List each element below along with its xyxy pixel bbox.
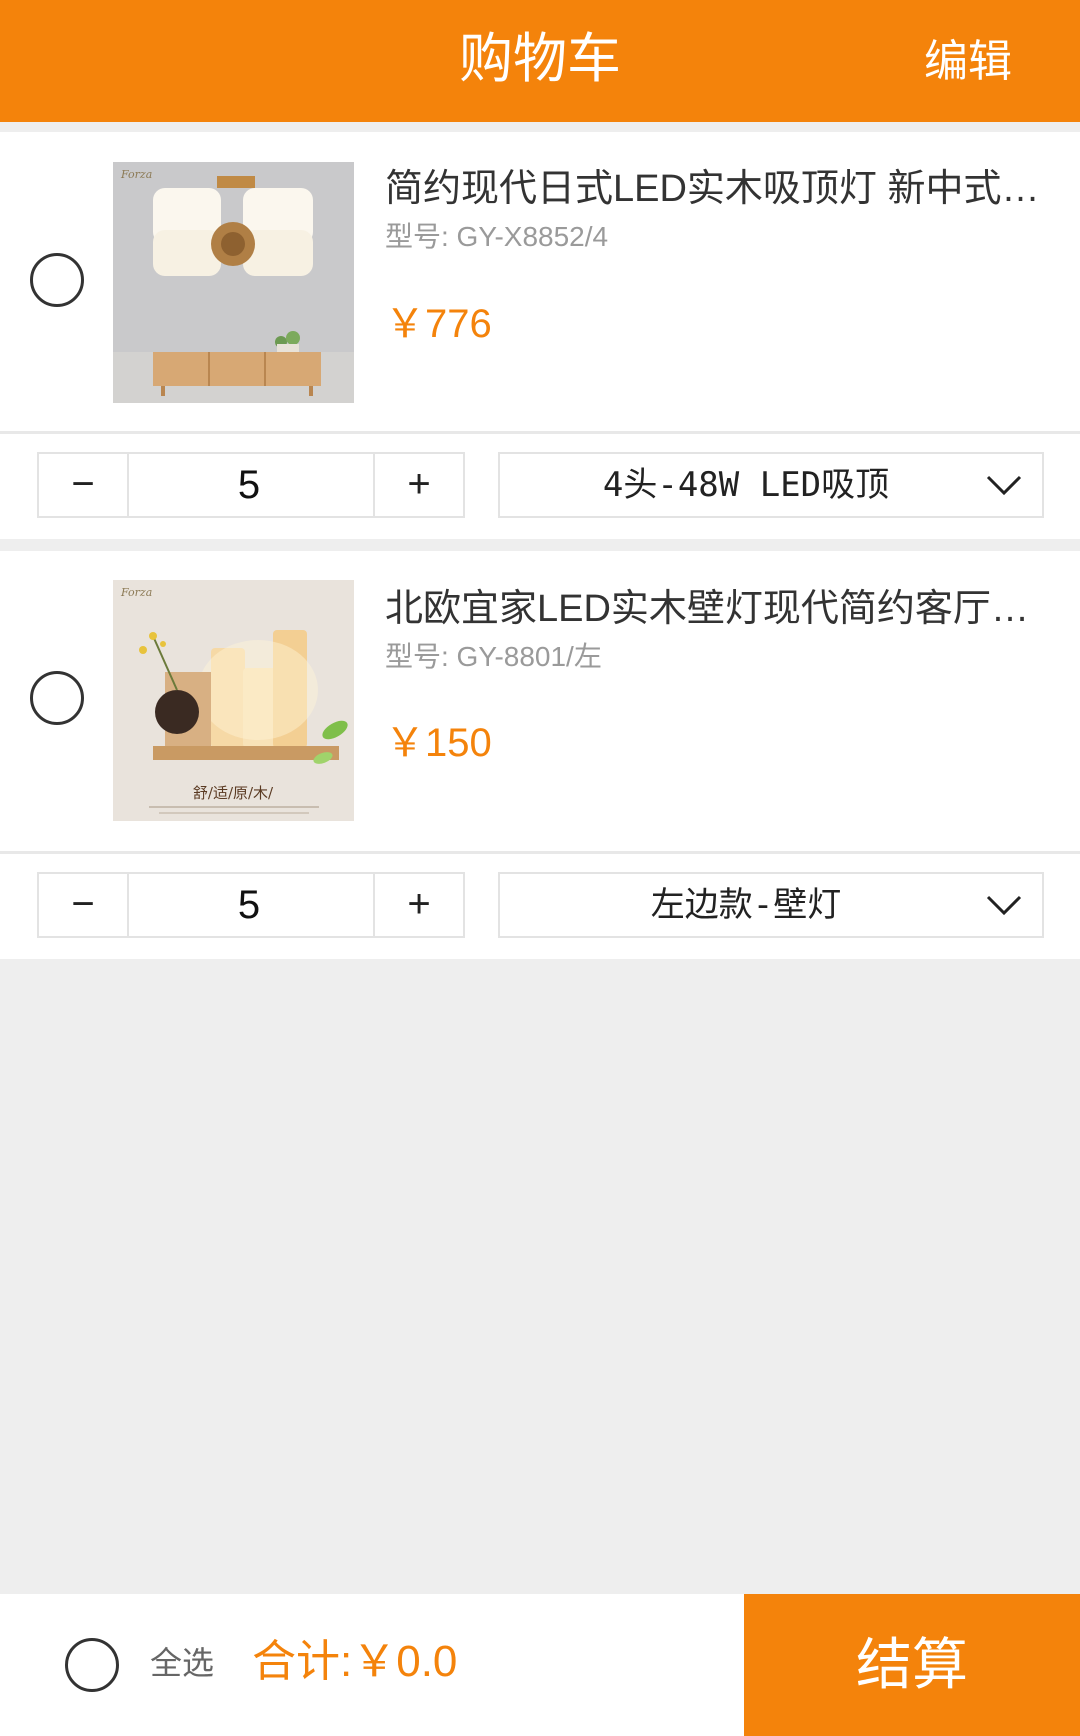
thumbnail-caption: 舒/适/原/木/ (193, 784, 274, 802)
page-title: 购物车 (459, 29, 621, 89)
decrease-quantity-button[interactable]: − (39, 454, 129, 516)
item-controls: − 5 + 左边款-壁灯 (0, 854, 1080, 959)
checkout-button[interactable]: 结算 (744, 1594, 1080, 1736)
quantity-stepper: − 5 + (37, 872, 465, 938)
product-model: 型号: GY-8801/左 (385, 641, 602, 672)
product-thumbnail[interactable]: 舒/适/原/木/ Forza (113, 580, 354, 821)
brand-logo-text: Forza (120, 586, 152, 599)
brand-logo-text: Forza (120, 168, 152, 181)
item-select-radio[interactable] (30, 253, 84, 307)
cart-item: Forza 简约现代日式LED实木吸顶灯 新中式客厅灯 型号: GY-X8852… (0, 132, 1080, 432)
increase-quantity-button[interactable]: + (373, 454, 463, 516)
item-select-radio[interactable] (30, 671, 84, 725)
variant-select[interactable]: 左边款-壁灯 (498, 872, 1044, 938)
app-header: 购物车 编辑 (0, 0, 1080, 122)
edit-button[interactable]: 编辑 (924, 36, 1012, 88)
quantity-value[interactable]: 5 (129, 874, 369, 936)
decrease-quantity-button[interactable]: − (39, 874, 129, 936)
product-price: ￥776 (385, 302, 492, 346)
product-model: 型号: GY-X8852/4 (385, 221, 609, 252)
variant-label: 4头-48W LED吸顶 (602, 465, 890, 505)
variant-select[interactable]: 4头-48W LED吸顶 (498, 452, 1044, 518)
cart-footer: 全选 合计:￥0.0 结算 (0, 1594, 1080, 1736)
total-amount: 合计:￥0.0 (252, 1637, 458, 1686)
product-price: ￥150 (385, 721, 492, 765)
select-all-radio[interactable] (65, 1638, 119, 1692)
product-title[interactable]: 简约现代日式LED实木吸顶灯 新中式客厅灯 (385, 166, 1040, 212)
product-title[interactable]: 北欧宜家LED实木壁灯现代简约客厅卧室床头灯 (385, 586, 1040, 632)
chevron-down-icon (986, 895, 1022, 916)
chevron-down-icon (986, 475, 1022, 496)
quantity-value[interactable]: 5 (129, 454, 369, 516)
product-thumbnail[interactable]: Forza (113, 162, 354, 403)
variant-label: 左边款-壁灯 (650, 885, 842, 925)
quantity-stepper: − 5 + (37, 452, 465, 518)
increase-quantity-button[interactable]: + (373, 874, 463, 936)
item-controls: − 5 + 4头-48W LED吸顶 (0, 434, 1080, 539)
select-all-label[interactable]: 全选 (150, 1642, 214, 1684)
cart-item: 舒/适/原/木/ Forza 北欧宜家LED实木壁灯现代简约客厅卧室床头灯 型号… (0, 551, 1080, 851)
